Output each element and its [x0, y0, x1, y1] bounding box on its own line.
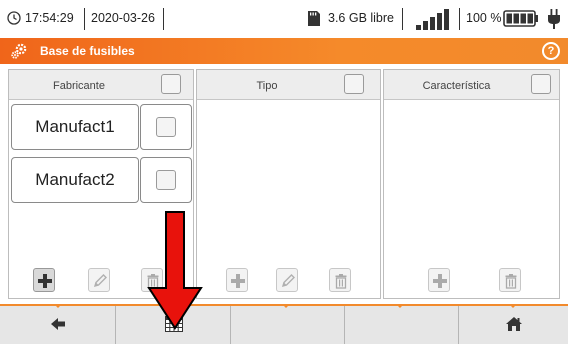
- page-title: Base de fusibles: [40, 44, 135, 58]
- manufacturer-item-checkbox[interactable]: [156, 170, 176, 190]
- type-select-all-checkbox[interactable]: [344, 74, 364, 94]
- add-icon: [38, 274, 52, 288]
- add-type-button[interactable]: [226, 268, 248, 292]
- home-icon: [506, 317, 522, 331]
- manufacturer-item[interactable]: Manufact1: [11, 104, 139, 150]
- home-button[interactable]: [459, 306, 568, 344]
- battery-icon: [503, 10, 538, 27]
- manufacturer-item-checkbox[interactable]: [156, 117, 176, 137]
- type-panel: Tipo: [196, 69, 381, 299]
- storage-free: 3.6 GB libre: [328, 11, 395, 25]
- type-header: Tipo: [197, 70, 380, 100]
- characteristic-select-all-checkbox[interactable]: [531, 74, 551, 94]
- status-date: 2020-03-26: [91, 11, 155, 25]
- status-divider: [402, 8, 403, 30]
- add-icon: [433, 274, 447, 288]
- clock-icon: [7, 11, 21, 25]
- status-divider: [459, 8, 460, 30]
- manufacturer-header: Fabricante: [9, 70, 193, 100]
- red-arrow-annotation: [147, 211, 203, 330]
- back-button[interactable]: [0, 306, 116, 344]
- edit-icon: [281, 274, 295, 288]
- manufacturer-item-check-cell[interactable]: [140, 104, 192, 150]
- edit-icon: [93, 274, 107, 288]
- characteristic-header: Característica: [384, 70, 559, 100]
- back-arrow-icon: [51, 318, 65, 330]
- battery-percent: 100 %: [466, 11, 502, 25]
- sd-card-icon: [308, 11, 320, 26]
- status-bar: 17:54:29 2020-03-26 3.6 GB libre 100 %: [0, 0, 568, 38]
- type-header-label: Tipo: [256, 80, 278, 92]
- nav-empty-slot: [345, 306, 459, 344]
- manufacturer-header-label: Fabricante: [53, 80, 105, 92]
- delete-type-button[interactable]: [329, 268, 351, 292]
- status-divider: [84, 8, 85, 30]
- characteristic-header-label: Característica: [422, 80, 491, 92]
- delete-characteristic-button[interactable]: [499, 268, 521, 292]
- add-icon: [231, 274, 245, 288]
- nav-empty-slot: [231, 306, 345, 344]
- add-characteristic-button[interactable]: [428, 268, 450, 292]
- add-manufacturer-button[interactable]: [33, 268, 55, 292]
- title-bar: Base de fusibles ?: [0, 38, 568, 64]
- edit-type-button[interactable]: [276, 268, 298, 292]
- settings-gears-icon: [11, 43, 27, 59]
- manufacturer-item[interactable]: Manufact2: [11, 157, 139, 203]
- manufacturer-item-check-cell[interactable]: [140, 157, 192, 203]
- bottom-nav: [0, 304, 568, 344]
- help-icon[interactable]: ?: [542, 42, 560, 60]
- delete-icon: [335, 274, 347, 289]
- signal-icon: [416, 9, 449, 30]
- delete-icon: [505, 274, 517, 289]
- edit-manufacturer-button[interactable]: [88, 268, 110, 292]
- status-divider: [163, 8, 164, 30]
- status-time: 17:54:29: [25, 11, 74, 25]
- plug-icon: [548, 9, 560, 29]
- manufacturer-select-all-checkbox[interactable]: [161, 74, 181, 94]
- characteristic-panel: Característica: [383, 69, 560, 299]
